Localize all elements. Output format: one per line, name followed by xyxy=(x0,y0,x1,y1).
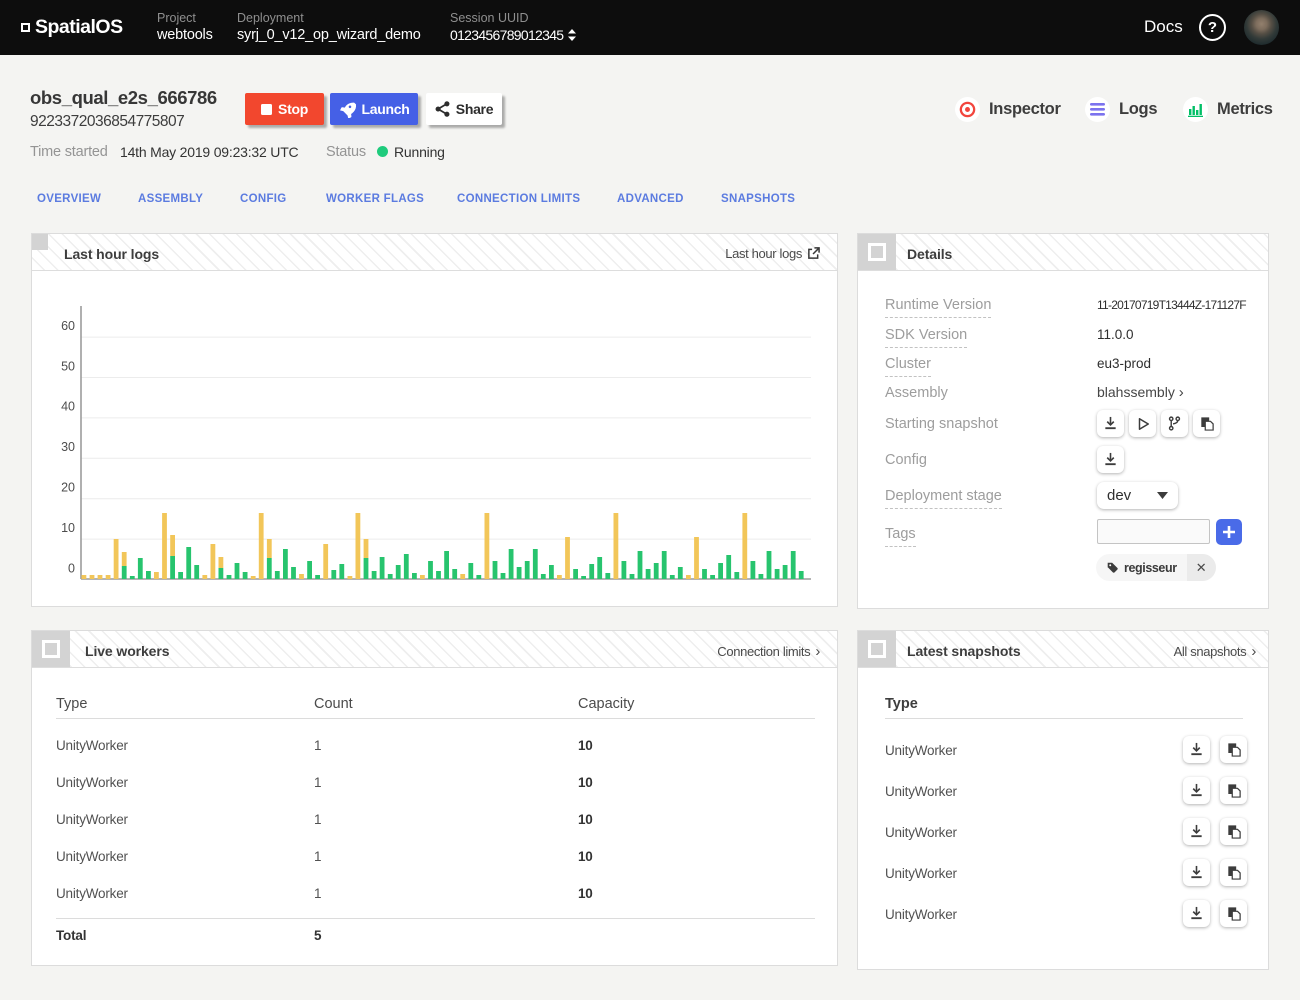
svg-text:10: 10 xyxy=(61,521,75,535)
svg-text:0: 0 xyxy=(68,561,75,575)
svg-text:50: 50 xyxy=(61,359,75,373)
svg-text:60: 60 xyxy=(61,319,75,333)
svg-text:40: 40 xyxy=(61,400,75,414)
svg-text:20: 20 xyxy=(61,481,75,495)
svg-text:30: 30 xyxy=(61,440,75,454)
